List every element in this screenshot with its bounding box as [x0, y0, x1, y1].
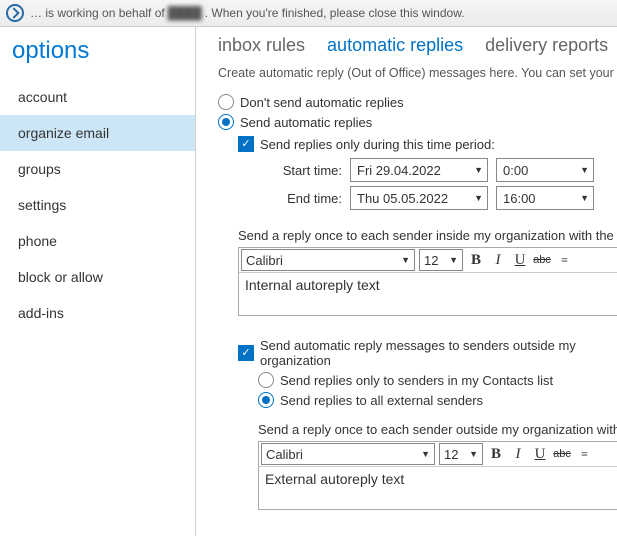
- chevron-down-icon: ▼: [449, 255, 458, 265]
- chevron-down-icon: ▼: [580, 193, 589, 203]
- tab-inbox-rules[interactable]: inbox rules: [218, 35, 305, 56]
- radio-dont-send[interactable]: [218, 94, 234, 110]
- italic-button[interactable]: I: [487, 249, 509, 271]
- main-panel: inbox rules automatic replies delivery r…: [196, 27, 617, 536]
- radio-send-label: Send automatic replies: [240, 115, 372, 130]
- start-date-dropdown[interactable]: Fri 29.04.2022▼: [350, 158, 488, 182]
- delegate-text-before: … is working on behalf of: [30, 6, 165, 20]
- checkbox-external-reply-label: Send automatic reply messages to senders…: [260, 338, 617, 368]
- radio-external-contacts[interactable]: [258, 372, 274, 388]
- chevron-down-icon: ▼: [474, 193, 483, 203]
- sidebar: options account organize email groups se…: [0, 27, 196, 536]
- external-reply-textarea[interactable]: External autoreply text: [259, 467, 617, 509]
- start-time-label: Start time:: [278, 163, 342, 178]
- delegate-name: ████: [168, 6, 202, 20]
- underline-button[interactable]: U: [529, 443, 551, 465]
- end-time-label: End time:: [278, 191, 342, 206]
- strikethrough-button[interactable]: abc: [531, 249, 553, 271]
- chevron-down-icon: ▼: [580, 165, 589, 175]
- strikethrough-button[interactable]: abc: [551, 443, 573, 465]
- chevron-down-icon: ▼: [421, 449, 430, 459]
- delegate-info-bar: … is working on behalf of ████ . When yo…: [0, 0, 617, 27]
- page-description: Create automatic reply (Out of Office) m…: [218, 66, 617, 80]
- external-editor-toolbar: Calibri▼ 12▼ B I U abc ≡: [259, 442, 617, 467]
- align-button[interactable]: ≡: [553, 249, 575, 271]
- radio-external-all-label: Send replies to all external senders: [280, 393, 483, 408]
- underline-button[interactable]: U: [509, 249, 531, 271]
- sidebar-title: options: [12, 37, 195, 65]
- bold-button[interactable]: B: [465, 249, 487, 271]
- info-icon: [6, 4, 24, 22]
- external-reply-editor: Calibri▼ 12▼ B I U abc ≡ External autore…: [258, 441, 617, 510]
- sidebar-item-block-or-allow[interactable]: block or allow: [0, 259, 195, 295]
- end-time-dropdown[interactable]: 16:00▼: [496, 186, 594, 210]
- font-family-dropdown[interactable]: Calibri▼: [241, 249, 415, 271]
- tab-delivery-reports[interactable]: delivery reports: [485, 35, 608, 56]
- chevron-down-icon: ▼: [401, 255, 410, 265]
- tab-bar: inbox rules automatic replies delivery r…: [218, 35, 617, 56]
- internal-reply-textarea[interactable]: Internal autoreply text: [239, 273, 617, 315]
- bold-button[interactable]: B: [485, 443, 507, 465]
- sidebar-item-phone[interactable]: phone: [0, 223, 195, 259]
- delegate-text-after: . When you're finished, please close thi…: [205, 6, 465, 20]
- radio-external-all[interactable]: [258, 392, 274, 408]
- sidebar-item-organize-email[interactable]: organize email: [0, 115, 195, 151]
- chevron-down-icon: ▼: [469, 449, 478, 459]
- sidebar-item-groups[interactable]: groups: [0, 151, 195, 187]
- radio-external-contacts-label: Send replies only to senders in my Conta…: [280, 373, 553, 388]
- sidebar-item-account[interactable]: account: [0, 79, 195, 115]
- radio-dont-send-label: Don't send automatic replies: [240, 95, 404, 110]
- tab-automatic-replies[interactable]: automatic replies: [327, 35, 463, 56]
- checkbox-external-reply[interactable]: [238, 345, 254, 361]
- radio-send[interactable]: [218, 114, 234, 130]
- internal-editor-toolbar: Calibri▼ 12▼ B I U abc ≡: [239, 248, 617, 273]
- time-period-grid: Start time: Fri 29.04.2022▼ 0:00▼ End ti…: [278, 158, 617, 210]
- end-date-dropdown[interactable]: Thu 05.05.2022▼: [350, 186, 488, 210]
- font-size-dropdown[interactable]: 12▼: [439, 443, 483, 465]
- font-family-dropdown[interactable]: Calibri▼: [261, 443, 435, 465]
- sidebar-item-add-ins[interactable]: add-ins: [0, 295, 195, 331]
- chevron-down-icon: ▼: [474, 165, 483, 175]
- external-reply-label: Send a reply once to each sender outside…: [258, 422, 617, 437]
- font-size-dropdown[interactable]: 12▼: [419, 249, 463, 271]
- checkbox-time-period-label: Send replies only during this time perio…: [260, 137, 495, 152]
- italic-button[interactable]: I: [507, 443, 529, 465]
- sidebar-item-settings[interactable]: settings: [0, 187, 195, 223]
- internal-reply-label: Send a reply once to each sender inside …: [238, 228, 617, 243]
- internal-reply-editor: Calibri▼ 12▼ B I U abc ≡ Internal autore…: [238, 247, 617, 316]
- checkbox-time-period[interactable]: [238, 136, 254, 152]
- align-button[interactable]: ≡: [573, 443, 595, 465]
- start-time-dropdown[interactable]: 0:00▼: [496, 158, 594, 182]
